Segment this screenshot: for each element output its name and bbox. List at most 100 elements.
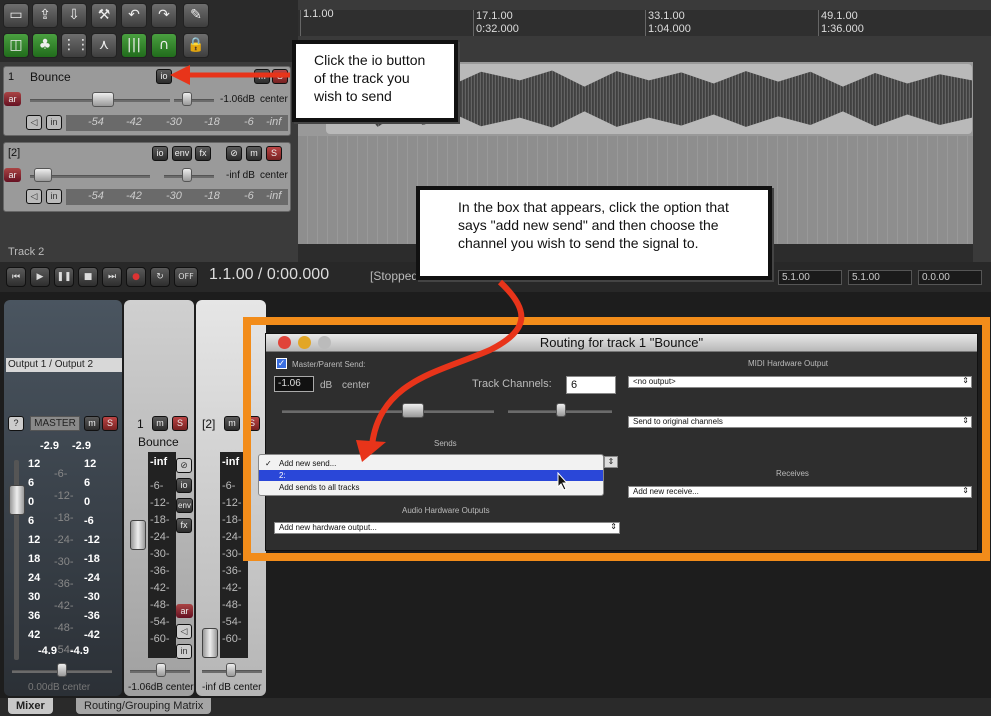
tab-mixer[interactable]: Mixer [8,698,53,714]
input-button[interactable]: in [176,644,192,659]
lock-icon[interactable]: 🔒 [183,33,209,58]
mute-button[interactable]: m [246,146,262,161]
strip-peak: -inf [222,456,240,468]
selection-start-field[interactable]: 5.1.00 [778,270,842,285]
volume-knob[interactable] [34,168,52,182]
combo-label: Add new hardware output... [279,523,377,532]
io-button[interactable]: io [176,478,192,493]
open-project-icon[interactable]: ⇪ [32,3,58,28]
stop-icon[interactable]: ■ [78,267,98,287]
arm-record-button[interactable]: ar [176,604,193,618]
solo-button[interactable]: S [266,146,282,161]
add-receive-combo[interactable]: Add new receive... ⇕ [628,486,972,498]
track-name[interactable]: Bounce [30,70,71,84]
fx-button[interactable]: fx [195,146,211,161]
strip-scale-tick: -30- [150,548,170,560]
input-monitor-icon[interactable]: ◁ [176,624,192,639]
strip-solo-button[interactable]: S [172,416,188,431]
go-to-start-icon[interactable]: ⏮ [6,267,26,287]
strip-fader[interactable] [130,520,146,550]
envelope-button[interactable]: env [176,498,193,513]
strip-pan-knob[interactable] [156,663,166,677]
add-hardware-output-combo[interactable]: Add new hardware output... ⇕ [274,522,620,534]
strip-mute-button[interactable]: m [224,416,240,431]
strip-fader[interactable] [202,628,218,658]
popup-item-add-new-send[interactable]: ✓ Add new send... [259,458,603,469]
time-display[interactable]: 1.1.00 / 0:00.000 [209,266,329,284]
go-to-end-icon[interactable]: ⏭ [102,267,122,287]
track-control-panel: 1 Bounce io m S ar -1.06dB center ◁ in -… [0,62,298,262]
master-scale-tick: -42 [84,629,100,641]
arm-record-button[interactable]: ar [4,168,21,182]
strip-scale-tick: -54- [150,616,170,628]
track-channels-select[interactable]: 6 [566,376,616,394]
input-button[interactable]: in [46,115,62,130]
sends-combo-arrow-icon[interactable]: ⇕ [604,456,618,468]
fx-button[interactable]: fx [176,518,192,533]
track-1-panel[interactable]: 1 Bounce io m S ar -1.06dB center ◁ in -… [3,66,291,136]
phase-icon[interactable]: ◁ [26,115,42,130]
record-icon[interactable]: ● [126,267,146,287]
ruler-mark-3: 33.1.00 [648,10,685,22]
ruler-time-2: 0:32.000 [476,23,519,35]
popup-item-add-sends-all[interactable]: Add sends to all tracks [259,482,603,493]
input-button[interactable]: in [46,189,62,204]
phase-icon[interactable]: ◁ [26,189,42,204]
master-output-selector[interactable]: Output 1 / Output 2 [6,358,122,372]
midi-channels-combo[interactable]: Send to original channels ⇕ [628,416,972,428]
master-scale-tick: -12 [84,534,100,546]
io-button[interactable]: io [156,69,172,84]
master-send-checkbox[interactable]: ✓ [276,358,287,369]
grid-icon[interactable]: ⋮⋮ [61,33,90,58]
pan-knob[interactable] [182,92,192,106]
selection-end-field[interactable]: 5.1.00 [848,270,912,285]
settings-wrench-icon[interactable]: ⚒ [91,3,117,28]
track-2-panel[interactable]: [2] io env fx ⊘ m S ar -inf dB center ◁ … [3,142,291,212]
master-mute-button[interactable]: m [84,416,100,431]
send-volume-field[interactable]: -1.06 [274,376,314,392]
sends-header: Sends [434,439,457,448]
help-button[interactable]: ? [8,416,24,431]
arm-record-button[interactable]: ar [4,92,21,106]
mute-button[interactable]: m [254,69,270,84]
send-volume-slider[interactable] [282,410,494,413]
send-pan-knob[interactable] [556,403,566,417]
timeline-ruler[interactable]: 1.1.00 17.1.00 0:32.000 33.1.00 1:04.000 4… [298,8,991,36]
selection-length-field[interactable]: 0.0.00 [918,270,982,285]
phase-button[interactable]: ⊘ [226,146,242,161]
strip-pan-knob[interactable] [226,663,236,677]
master-fader[interactable] [9,485,25,515]
strip-mute-button[interactable]: m [152,416,168,431]
save-project-icon[interactable]: ⇩ [61,3,87,28]
play-icon[interactable]: ▶ [30,267,50,287]
pan-slider[interactable] [174,99,214,102]
docker-tabs: Mixer Routing/Grouping Matrix [0,698,991,716]
envelope-button[interactable]: env [172,146,192,161]
new-project-icon[interactable]: ▭ [3,3,29,28]
envelope-points-icon[interactable]: ⋏ [91,33,117,58]
auto-crossfade-off-button[interactable]: OFF [174,267,198,287]
undo-icon[interactable]: ↶ [121,3,147,28]
master-solo-button[interactable]: S [102,416,118,431]
repeat-icon[interactable]: ↻ [150,267,170,287]
popup-item-label: 2: [279,471,286,480]
midi-output-combo[interactable]: <no output> ⇕ [628,376,972,388]
volume-knob[interactable] [92,92,114,107]
phase-icon[interactable]: ⊘ [176,458,192,473]
edit-pen-icon[interactable]: ✎ [183,3,209,28]
pan-knob[interactable] [182,168,192,182]
master-scale-tick: -18- [54,512,74,524]
solo-button[interactable]: S [272,69,288,84]
vertical-scrollbar[interactable] [973,62,991,262]
pause-icon[interactable]: ❚❚ [54,267,74,287]
io-button[interactable]: io [152,146,168,161]
send-volume-knob[interactable] [402,403,424,418]
metronome-bars-icon[interactable]: ||| [121,33,147,58]
popup-item-track-2[interactable]: 2: [259,470,603,481]
master-pan-knob[interactable] [57,663,67,677]
redo-icon[interactable]: ↷ [151,3,177,28]
loop-icon[interactable]: ∩ [151,33,177,58]
tab-routing-matrix[interactable]: Routing/Grouping Matrix [76,698,212,714]
grid-snap-icon[interactable]: ◫ [3,33,29,58]
ripple-edit-icon[interactable]: ♣ [32,33,58,58]
